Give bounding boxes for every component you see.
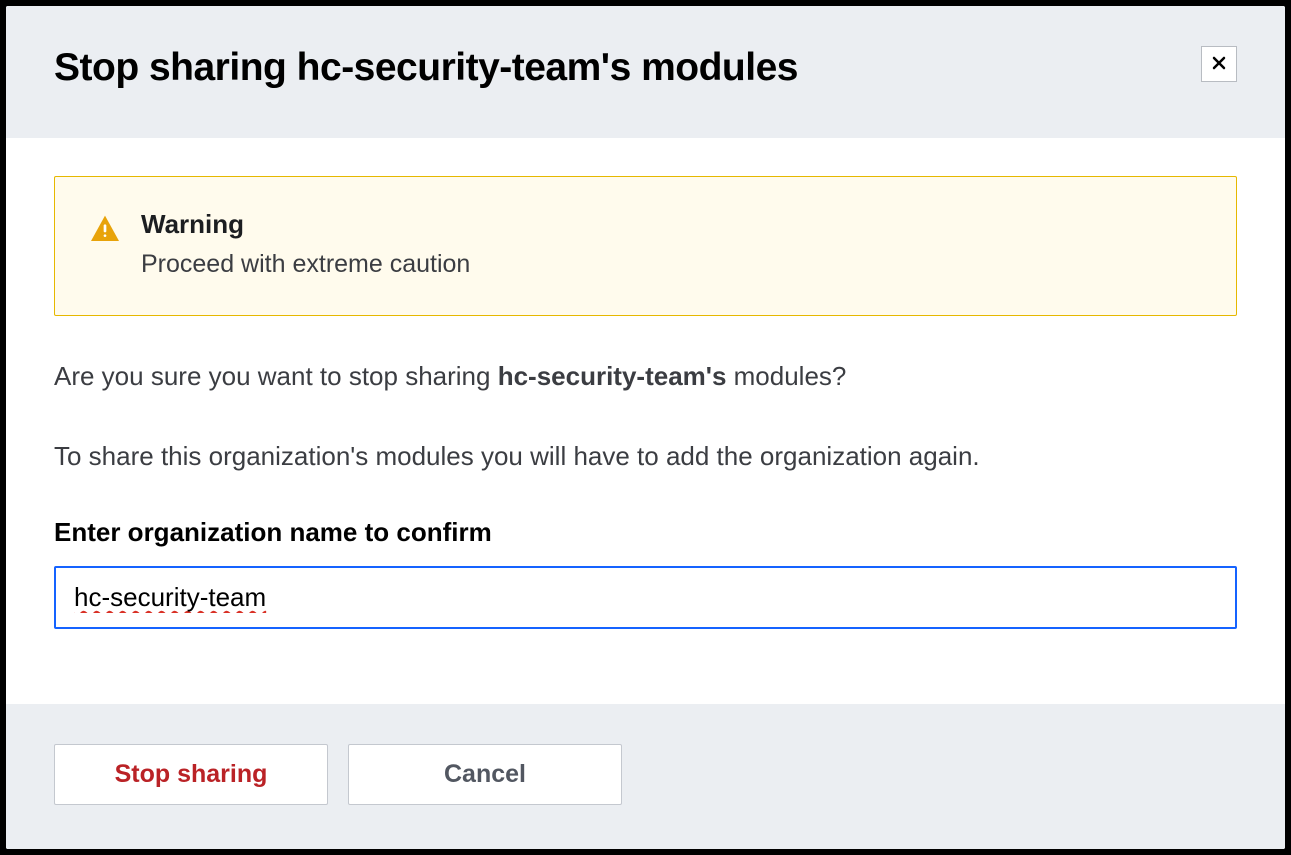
warning-title: Warning [141, 209, 470, 240]
modal-header: Stop sharing hc-security-team's modules [6, 6, 1285, 138]
confirmation-modal: Stop sharing hc-security-team's modules … [6, 6, 1285, 849]
close-button[interactable] [1201, 46, 1237, 82]
stop-sharing-button[interactable]: Stop sharing [54, 744, 328, 805]
org-name-input[interactable] [54, 566, 1237, 629]
question-org-name: hc-security-team's [498, 361, 727, 391]
confirmation-text: Are you sure you want to stop sharing hc… [54, 358, 1237, 475]
modal-footer: Stop sharing Cancel [6, 704, 1285, 849]
org-name-input-label: Enter organization name to confirm [54, 517, 1237, 548]
cancel-button[interactable]: Cancel [348, 744, 622, 805]
question-suffix: modules? [726, 361, 846, 391]
modal-body: Warning Proceed with extreme caution Are… [6, 138, 1285, 665]
warning-subtitle: Proceed with extreme caution [141, 250, 470, 279]
warning-triangle-icon [89, 213, 121, 250]
close-icon [1211, 55, 1227, 74]
modal-title: Stop sharing hc-security-team's modules [54, 46, 798, 90]
question-prefix: Are you sure you want to stop sharing [54, 361, 498, 391]
warning-banner: Warning Proceed with extreme caution [54, 176, 1237, 316]
warning-text: Warning Proceed with extreme caution [141, 209, 470, 279]
info-line: To share this organization's modules you… [54, 438, 1237, 476]
